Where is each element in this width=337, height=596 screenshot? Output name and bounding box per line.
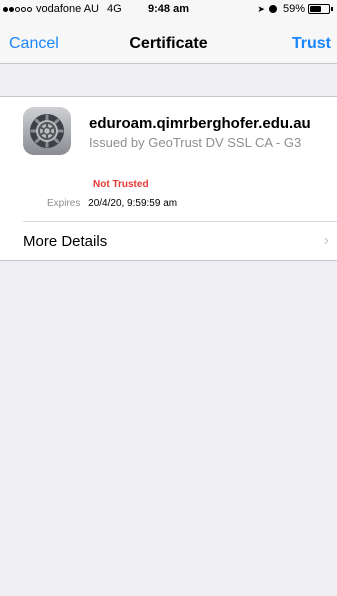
battery-icon: [308, 4, 330, 14]
navigation-bar: Cancel Certificate Trust: [0, 20, 337, 64]
gear-svg: [30, 114, 64, 148]
status-bar: vodafone AU 4G 9:48 am ➤ 59%: [0, 0, 337, 20]
certificate-name: eduroam.qimrberghofer.edu.au: [89, 115, 311, 132]
battery-percent: 59%: [282, 3, 305, 15]
certificate-screen: vodafone AU 4G 9:48 am ➤ 59% Cancel Cert…: [0, 0, 337, 596]
battery-fill: [310, 6, 321, 12]
expires-row: Expires 20/4/20, 9:59:59 am: [47, 198, 177, 209]
location-arrow-icon: ➤: [257, 3, 265, 14]
trust-status-label: Not Trusted: [93, 179, 149, 190]
certificate-card: eduroam.qimrberghofer.edu.au Issued by G…: [0, 96, 337, 261]
status-right: ➤ 59%: [257, 3, 333, 15]
battery-nub: [331, 7, 333, 11]
more-details-row[interactable]: More Details ›: [0, 222, 337, 262]
expires-label: Expires: [47, 198, 81, 209]
alarm-icon: [268, 5, 277, 13]
page-title: Certificate: [129, 35, 208, 52]
trust-button[interactable]: Trust: [292, 35, 331, 53]
certificate-issuer: Issued by GeoTrust DV SSL CA - G3: [89, 135, 302, 150]
chevron-right-icon: ›: [323, 232, 329, 249]
expires-value: 20/4/20, 9:59:59 am: [88, 198, 178, 209]
settings-gear-icon: [23, 107, 71, 155]
more-details-label: More Details: [23, 233, 108, 250]
